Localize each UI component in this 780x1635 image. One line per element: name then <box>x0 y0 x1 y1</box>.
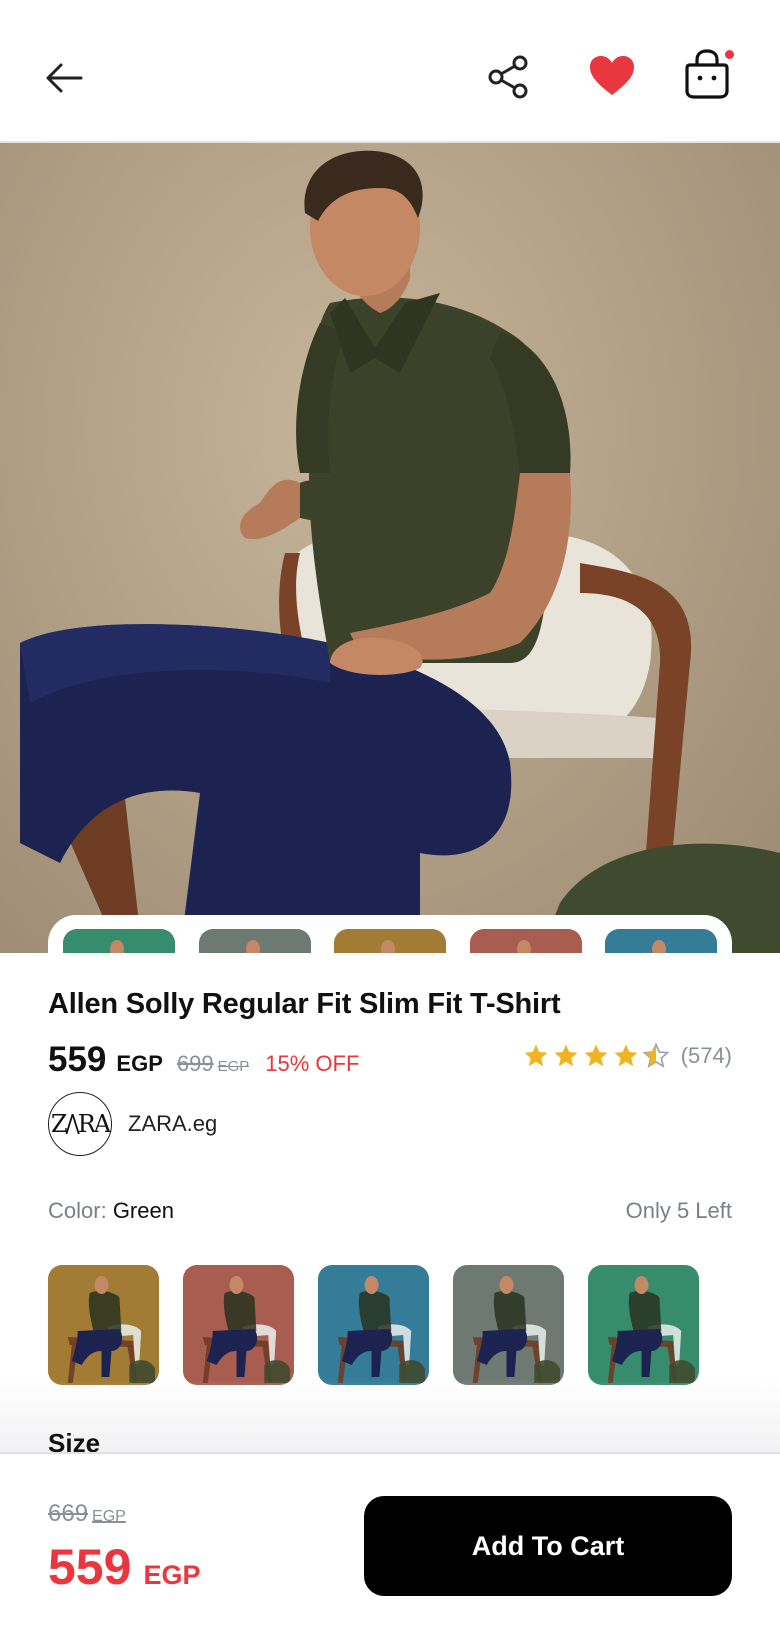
shopping-bag-icon <box>685 49 729 99</box>
price-row: 559 EGP 699 EGP 15% OFF <box>48 1040 359 1080</box>
cart-button[interactable] <box>678 44 736 104</box>
color-swatch[interactable] <box>318 1265 429 1385</box>
color-swatch[interactable] <box>183 1265 294 1385</box>
cart-notification-dot <box>725 50 734 59</box>
gallery-thumbnail[interactable] <box>469 929 582 953</box>
current-price-currency: EGP <box>116 1051 163 1076</box>
rating[interactable]: (574) <box>519 1043 732 1069</box>
bottom-current-price-currency: EGP <box>143 1560 201 1590</box>
stock-indicator: Only 5 Left <box>625 1198 732 1223</box>
heart-icon <box>590 56 634 95</box>
scroll-fade <box>0 1380 780 1452</box>
bottom-original-price-value: 669 <box>48 1500 89 1527</box>
star-icon <box>554 1044 578 1067</box>
top-app-bar <box>0 0 780 143</box>
back-arrow-icon <box>46 63 83 93</box>
bottom-current-price-value: 559 <box>48 1539 132 1595</box>
favorite-button[interactable] <box>584 48 640 104</box>
original-price: 699 <box>176 1051 214 1076</box>
seller-link[interactable]: Z/\RA ZARA.eg <box>48 1092 217 1156</box>
discount-badge: 15% OFF <box>265 1051 360 1076</box>
seller-name: ZARA.eg <box>128 1111 218 1136</box>
bottom-original-price: 669 EGP <box>48 1500 126 1528</box>
color-swatch[interactable] <box>453 1265 564 1385</box>
star-icon <box>642 1043 669 1068</box>
color-value: Green <box>112 1198 174 1223</box>
color-selection-label: Color: Green <box>48 1198 174 1224</box>
rating-count: (574) <box>680 1043 732 1068</box>
star-icon <box>614 1044 638 1067</box>
gallery-thumbnail[interactable] <box>198 929 311 953</box>
share-button[interactable] <box>482 50 536 104</box>
star-icon <box>524 1044 548 1067</box>
color-swatch[interactable] <box>48 1265 159 1385</box>
rating-stars <box>519 1043 669 1069</box>
bottom-purchase-bar: 669 EGP 559 EGP Add To Cart <box>0 1452 780 1635</box>
gallery-thumbnail[interactable] <box>334 929 446 953</box>
add-to-cart-button[interactable]: Add To Cart <box>364 1496 732 1596</box>
gallery-thumbnail[interactable] <box>605 929 717 953</box>
color-swatches <box>48 1265 723 1385</box>
bottom-original-price-currency: EGP <box>92 1508 126 1525</box>
image-thumbnail-strip <box>48 915 732 953</box>
product-image[interactable] <box>0 143 780 953</box>
original-price-currency: EGP <box>217 1058 250 1075</box>
star-icon <box>584 1044 608 1067</box>
gallery-thumbnail[interactable] <box>63 929 175 953</box>
color-swatch[interactable] <box>588 1265 699 1385</box>
current-price: 559 <box>48 1040 107 1079</box>
share-icon <box>488 55 528 99</box>
product-photo-illustration <box>20 150 780 953</box>
seller-logo: Z/\RA <box>48 1092 112 1156</box>
color-label: Color: <box>48 1198 107 1223</box>
product-title: Allen Solly Regular Fit Slim Fit T-Shirt <box>48 988 561 1020</box>
back-button[interactable] <box>38 52 90 104</box>
bottom-current-price: 559 EGP <box>48 1538 200 1596</box>
